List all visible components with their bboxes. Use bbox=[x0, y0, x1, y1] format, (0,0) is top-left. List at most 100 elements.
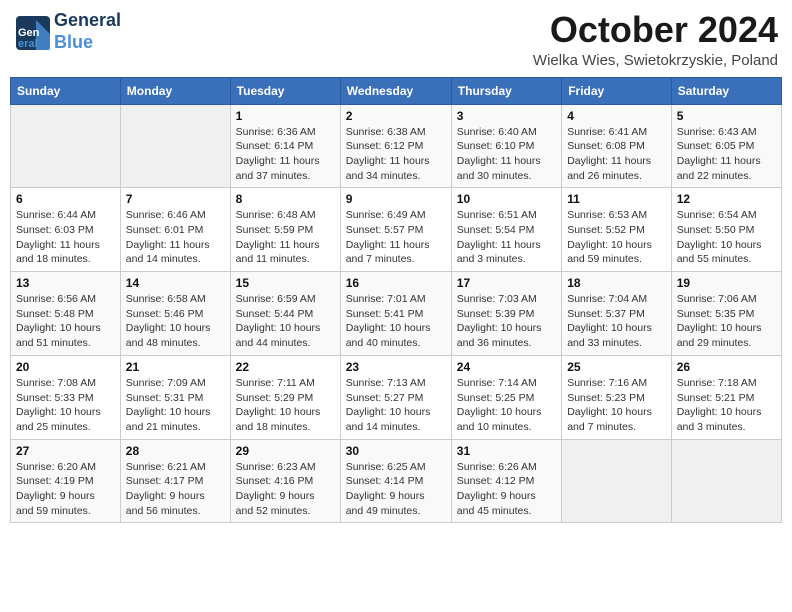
week-row-3: 13 Sunrise: 6:56 AMSunset: 5:48 PMDayligh… bbox=[11, 272, 782, 356]
day-number: 13 bbox=[16, 276, 115, 290]
day-cell: 23Sunrise: 7:13 AMSunset: 5:27 PMDayligh… bbox=[340, 355, 451, 439]
day-info: Sunrise: 6:25 AMSunset: 4:14 PMDaylight:… bbox=[346, 460, 446, 519]
day-number: 15 bbox=[236, 276, 335, 290]
day-info: Sunrise: 7:08 AMSunset: 5:33 PMDaylight:… bbox=[16, 376, 115, 435]
day-info: Sunrise: 6:46 AMSunset: 6:01 PMDaylight:… bbox=[126, 208, 225, 267]
day-cell: 28 Sunrise: 6:21 AMSunset: 4:17 PMDayligh… bbox=[120, 439, 230, 523]
weekday-header-monday: Monday bbox=[120, 77, 230, 104]
day-info: Sunrise: 6:36 AMSunset: 6:14 PMDaylight:… bbox=[236, 125, 335, 184]
day-info: Sunrise: 7:11 AMSunset: 5:29 PMDaylight:… bbox=[236, 376, 335, 435]
day-cell: 24 Sunrise: 7:14 AMSunset: 5:25 PMDayligh… bbox=[451, 355, 561, 439]
day-info: Sunrise: 6:23 AMSunset: 4:16 PMDaylight:… bbox=[236, 460, 335, 519]
day-info: Sunrise: 6:40 AMSunset: 6:10 PMDaylight:… bbox=[457, 125, 556, 184]
day-number: 31 bbox=[457, 444, 556, 458]
day-info: Sunrise: 6:51 AMSunset: 5:54 PMDaylight:… bbox=[457, 208, 556, 267]
day-cell: 20 Sunrise: 7:08 AMSunset: 5:33 PMDayligh… bbox=[11, 355, 121, 439]
logo: Gen eral General Blue bbox=[14, 10, 121, 53]
day-info: Sunrise: 6:48 AMSunset: 5:59 PMDaylight:… bbox=[236, 208, 335, 267]
day-cell: 9 Sunrise: 6:49 AMSunset: 5:57 PMDaylight… bbox=[340, 188, 451, 272]
day-info: Sunrise: 6:59 AMSunset: 5:44 PMDaylight:… bbox=[236, 292, 335, 351]
day-cell: 5 Sunrise: 6:43 AMSunset: 6:05 PMDaylight… bbox=[671, 104, 781, 188]
day-cell: 6 Sunrise: 6:44 AMSunset: 6:03 PMDaylight… bbox=[11, 188, 121, 272]
weekday-header-saturday: Saturday bbox=[671, 77, 781, 104]
day-info: Sunrise: 6:38 AMSunset: 6:12 PMDaylight:… bbox=[346, 125, 446, 184]
day-cell: 2Sunrise: 6:38 AMSunset: 6:12 PMDaylight… bbox=[340, 104, 451, 188]
day-cell: 16 Sunrise: 7:01 AMSunset: 5:41 PMDayligh… bbox=[340, 272, 451, 356]
weekday-header-thursday: Thursday bbox=[451, 77, 561, 104]
day-cell: 10 Sunrise: 6:51 AMSunset: 5:54 PMDayligh… bbox=[451, 188, 561, 272]
day-cell: 27 Sunrise: 6:20 AMSunset: 4:19 PMDayligh… bbox=[11, 439, 121, 523]
day-cell: 14 Sunrise: 6:58 AMSunset: 5:46 PMDayligh… bbox=[120, 272, 230, 356]
day-number: 6 bbox=[16, 192, 115, 206]
day-info: Sunrise: 6:49 AMSunset: 5:57 PMDaylight:… bbox=[346, 208, 446, 267]
location: Wielka Wies, Swietokrzyskie, Poland bbox=[533, 52, 778, 69]
calendar-table: SundayMondayTuesdayWednesdayThursdayFrid… bbox=[10, 77, 782, 524]
day-info: Sunrise: 7:18 AMSunset: 5:21 PMDaylight:… bbox=[677, 376, 776, 435]
day-number: 25 bbox=[567, 360, 666, 374]
day-cell: 15 Sunrise: 6:59 AMSunset: 5:44 PMDayligh… bbox=[230, 272, 340, 356]
day-number: 10 bbox=[457, 192, 556, 206]
day-cell: 4 Sunrise: 6:41 AMSunset: 6:08 PMDaylight… bbox=[562, 104, 672, 188]
weekday-header-tuesday: Tuesday bbox=[230, 77, 340, 104]
weekday-header-row: SundayMondayTuesdayWednesdayThursdayFrid… bbox=[11, 77, 782, 104]
day-info: Sunrise: 7:16 AMSunset: 5:23 PMDaylight:… bbox=[567, 376, 666, 435]
day-info: Sunrise: 6:21 AMSunset: 4:17 PMDaylight:… bbox=[126, 460, 225, 519]
day-cell: 21 Sunrise: 7:09 AMSunset: 5:31 PMDayligh… bbox=[120, 355, 230, 439]
page-header: Gen eral General Blue October 2024 Wielk… bbox=[10, 10, 782, 69]
day-info: Sunrise: 7:14 AMSunset: 5:25 PMDaylight:… bbox=[457, 376, 556, 435]
day-cell: 25 Sunrise: 7:16 AMSunset: 5:23 PMDayligh… bbox=[562, 355, 672, 439]
day-cell: 7 Sunrise: 6:46 AMSunset: 6:01 PMDaylight… bbox=[120, 188, 230, 272]
day-number: 7 bbox=[126, 192, 225, 206]
day-number: 5 bbox=[677, 109, 776, 123]
weekday-header-friday: Friday bbox=[562, 77, 672, 104]
day-info: Sunrise: 6:44 AMSunset: 6:03 PMDaylight:… bbox=[16, 208, 115, 267]
logo-text: General Blue bbox=[54, 10, 121, 53]
day-cell: 8Sunrise: 6:48 AMSunset: 5:59 PMDaylight… bbox=[230, 188, 340, 272]
logo-blue: Blue bbox=[54, 32, 121, 54]
day-cell: 29 Sunrise: 6:23 AMSunset: 4:16 PMDayligh… bbox=[230, 439, 340, 523]
day-cell bbox=[11, 104, 121, 188]
day-cell: 22Sunrise: 7:11 AMSunset: 5:29 PMDayligh… bbox=[230, 355, 340, 439]
day-info: Sunrise: 7:03 AMSunset: 5:39 PMDaylight:… bbox=[457, 292, 556, 351]
day-number: 16 bbox=[346, 276, 446, 290]
svg-text:eral: eral bbox=[18, 38, 38, 50]
day-info: Sunrise: 7:13 AMSunset: 5:27 PMDaylight:… bbox=[346, 376, 446, 435]
day-number: 24 bbox=[457, 360, 556, 374]
day-info: Sunrise: 6:26 AMSunset: 4:12 PMDaylight:… bbox=[457, 460, 556, 519]
day-info: Sunrise: 7:09 AMSunset: 5:31 PMDaylight:… bbox=[126, 376, 225, 435]
logo-general: General bbox=[54, 10, 121, 32]
day-cell: 19Sunrise: 7:06 AMSunset: 5:35 PMDayligh… bbox=[671, 272, 781, 356]
day-number: 21 bbox=[126, 360, 225, 374]
day-cell: 18 Sunrise: 7:04 AMSunset: 5:37 PMDayligh… bbox=[562, 272, 672, 356]
day-number: 30 bbox=[346, 444, 446, 458]
day-number: 18 bbox=[567, 276, 666, 290]
day-number: 20 bbox=[16, 360, 115, 374]
day-cell: 30 Sunrise: 6:25 AMSunset: 4:14 PMDayligh… bbox=[340, 439, 451, 523]
day-info: Sunrise: 6:20 AMSunset: 4:19 PMDaylight:… bbox=[16, 460, 115, 519]
day-number: 12 bbox=[677, 192, 776, 206]
week-row-4: 20 Sunrise: 7:08 AMSunset: 5:33 PMDayligh… bbox=[11, 355, 782, 439]
day-cell: 26Sunrise: 7:18 AMSunset: 5:21 PMDayligh… bbox=[671, 355, 781, 439]
day-info: Sunrise: 6:41 AMSunset: 6:08 PMDaylight:… bbox=[567, 125, 666, 184]
day-number: 3 bbox=[457, 109, 556, 123]
day-info: Sunrise: 7:01 AMSunset: 5:41 PMDaylight:… bbox=[346, 292, 446, 351]
day-number: 27 bbox=[16, 444, 115, 458]
day-number: 29 bbox=[236, 444, 335, 458]
day-info: Sunrise: 6:56 AMSunset: 5:48 PMDaylight:… bbox=[16, 292, 115, 351]
day-number: 1 bbox=[236, 109, 335, 123]
day-cell: 1 Sunrise: 6:36 AMSunset: 6:14 PMDaylight… bbox=[230, 104, 340, 188]
day-number: 14 bbox=[126, 276, 225, 290]
day-cell: 11Sunrise: 6:53 AMSunset: 5:52 PMDayligh… bbox=[562, 188, 672, 272]
day-number: 9 bbox=[346, 192, 446, 206]
day-info: Sunrise: 7:04 AMSunset: 5:37 PMDaylight:… bbox=[567, 292, 666, 351]
week-row-2: 6 Sunrise: 6:44 AMSunset: 6:03 PMDaylight… bbox=[11, 188, 782, 272]
day-info: Sunrise: 6:58 AMSunset: 5:46 PMDaylight:… bbox=[126, 292, 225, 351]
title-section: October 2024 Wielka Wies, Swietokrzyskie… bbox=[533, 10, 778, 69]
day-cell bbox=[562, 439, 672, 523]
day-info: Sunrise: 6:43 AMSunset: 6:05 PMDaylight:… bbox=[677, 125, 776, 184]
day-cell bbox=[120, 104, 230, 188]
day-cell: 13 Sunrise: 6:56 AMSunset: 5:48 PMDayligh… bbox=[11, 272, 121, 356]
day-number: 28 bbox=[126, 444, 225, 458]
day-cell: 31 Sunrise: 6:26 AMSunset: 4:12 PMDayligh… bbox=[451, 439, 561, 523]
day-number: 4 bbox=[567, 109, 666, 123]
